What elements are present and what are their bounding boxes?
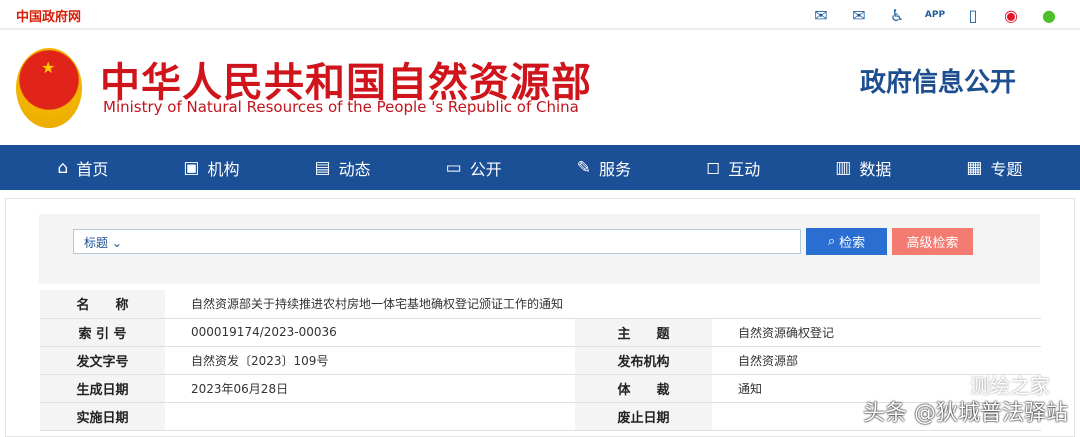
main-nav: ⌂ 首页 ▣ 机构 ▤ 动态 ▭ 公开 ✎ 服务 ◻ 互动 ▥ 数据 ▦ 专题 [0, 145, 1080, 190]
wechat-icon[interactable]: ● [1038, 4, 1060, 26]
app-icon[interactable]: APP [924, 4, 946, 26]
genre-label: 体 裁 [575, 374, 712, 403]
topic-icon: ▦ [966, 157, 983, 178]
weibo-icon[interactable]: ◉ [1000, 4, 1022, 26]
search-input[interactable]: 标题 ⌄ [73, 229, 801, 254]
table-row: 名 称自然资源部关于持续推进农村房地一体宅基地确权登记颁证工作的通知 [40, 290, 1041, 319]
search-field-select[interactable]: 标题 ⌄ [84, 234, 122, 251]
nav-label: 数据 [859, 159, 892, 179]
publisher-label: 发布机构 [575, 346, 712, 375]
nav-item-5[interactable]: ◻ 互动 [706, 156, 760, 180]
national-emblem [16, 48, 82, 128]
watermark-author: 头条 @狄城普法驿站 [863, 401, 1068, 426]
mobile-icon[interactable]: ▯ [962, 4, 984, 26]
search-button-label: 检索 [839, 236, 866, 251]
public-icon: ▭ [445, 157, 462, 178]
nav-label: 公开 [469, 159, 502, 179]
nav-item-4[interactable]: ✎ 服务 [577, 156, 631, 180]
index-value: 000019174/2023-00036 [165, 318, 575, 347]
advanced-search-button[interactable]: 高级检索 [892, 228, 973, 255]
search-field-label: 标题 [84, 236, 109, 250]
mail-icon[interactable]: ✉ [810, 4, 832, 26]
effective-value [165, 402, 575, 431]
site-subtitle: Ministry of Natural Resources of the Peo… [103, 98, 579, 116]
top-bar: 中国政府网 ✉ ✉ ♿ APP ▯ ◉ ● [0, 0, 1080, 30]
index-label: 索 引 号 [40, 318, 165, 347]
nav-item-0[interactable]: ⌂ 首页 [58, 156, 109, 180]
expiry-label: 废止日期 [575, 402, 712, 431]
nav-label: 动态 [338, 159, 371, 179]
home-icon: ⌂ [57, 157, 69, 178]
interact-icon: ◻ [706, 157, 721, 178]
nav-item-3[interactable]: ▭ 公开 [446, 156, 502, 180]
table-row: 索 引 号 000019174/2023-00036 主 题自然资源确权登记 [40, 318, 1041, 347]
service-icon: ✎ [576, 157, 591, 178]
nav-label: 首页 [76, 159, 109, 179]
nav-label: 机构 [207, 159, 240, 179]
nav-label: 专题 [990, 159, 1023, 179]
search-button[interactable]: ⌕ 检索 [806, 228, 887, 255]
nav-item-7[interactable]: ▦ 专题 [966, 156, 1022, 180]
name-value: 自然资源部关于持续推进农村房地一体宅基地确权登记颁证工作的通知 [165, 290, 1041, 319]
search-panel: 标题 ⌄ ⌕ 检索 高级检索 [39, 214, 1040, 284]
nav-item-1[interactable]: ▣ 机构 [183, 156, 239, 180]
subject-label: 主 题 [575, 318, 712, 347]
subject-value: 自然资源确权登记 [712, 318, 1041, 347]
docno-value: 自然资发〔2023〕109号 [165, 346, 575, 375]
docno-label: 发文字号 [40, 346, 165, 375]
search-icon: ⌕ [827, 234, 836, 249]
org-icon: ▣ [183, 157, 200, 178]
date-label: 生成日期 [40, 374, 165, 403]
accessibility-icon[interactable]: ♿ [886, 4, 908, 26]
nav-label: 互动 [728, 159, 761, 179]
effective-label: 实施日期 [40, 402, 165, 431]
nav-item-2[interactable]: ▤ 动态 [315, 156, 371, 180]
site-header: 中华人民共和国自然资源部 Ministry of Natural Resourc… [0, 30, 1080, 143]
name-label: 名 称 [40, 290, 165, 319]
section-title: 政府信息公开 [860, 68, 1017, 98]
nav-item-6[interactable]: ▥ 数据 [835, 156, 891, 180]
gov-portal-link[interactable]: 中国政府网 [16, 6, 81, 25]
news-icon: ▤ [314, 157, 331, 178]
nav-label: 服务 [599, 159, 632, 179]
date-value: 2023年06月28日 [165, 374, 575, 403]
data-icon: ▥ [835, 157, 852, 178]
mail-settings-icon[interactable]: ✉ [848, 4, 870, 26]
table-row: 发文字号 自然资发〔2023〕109号 发布机构 自然资源部 [40, 346, 1041, 375]
